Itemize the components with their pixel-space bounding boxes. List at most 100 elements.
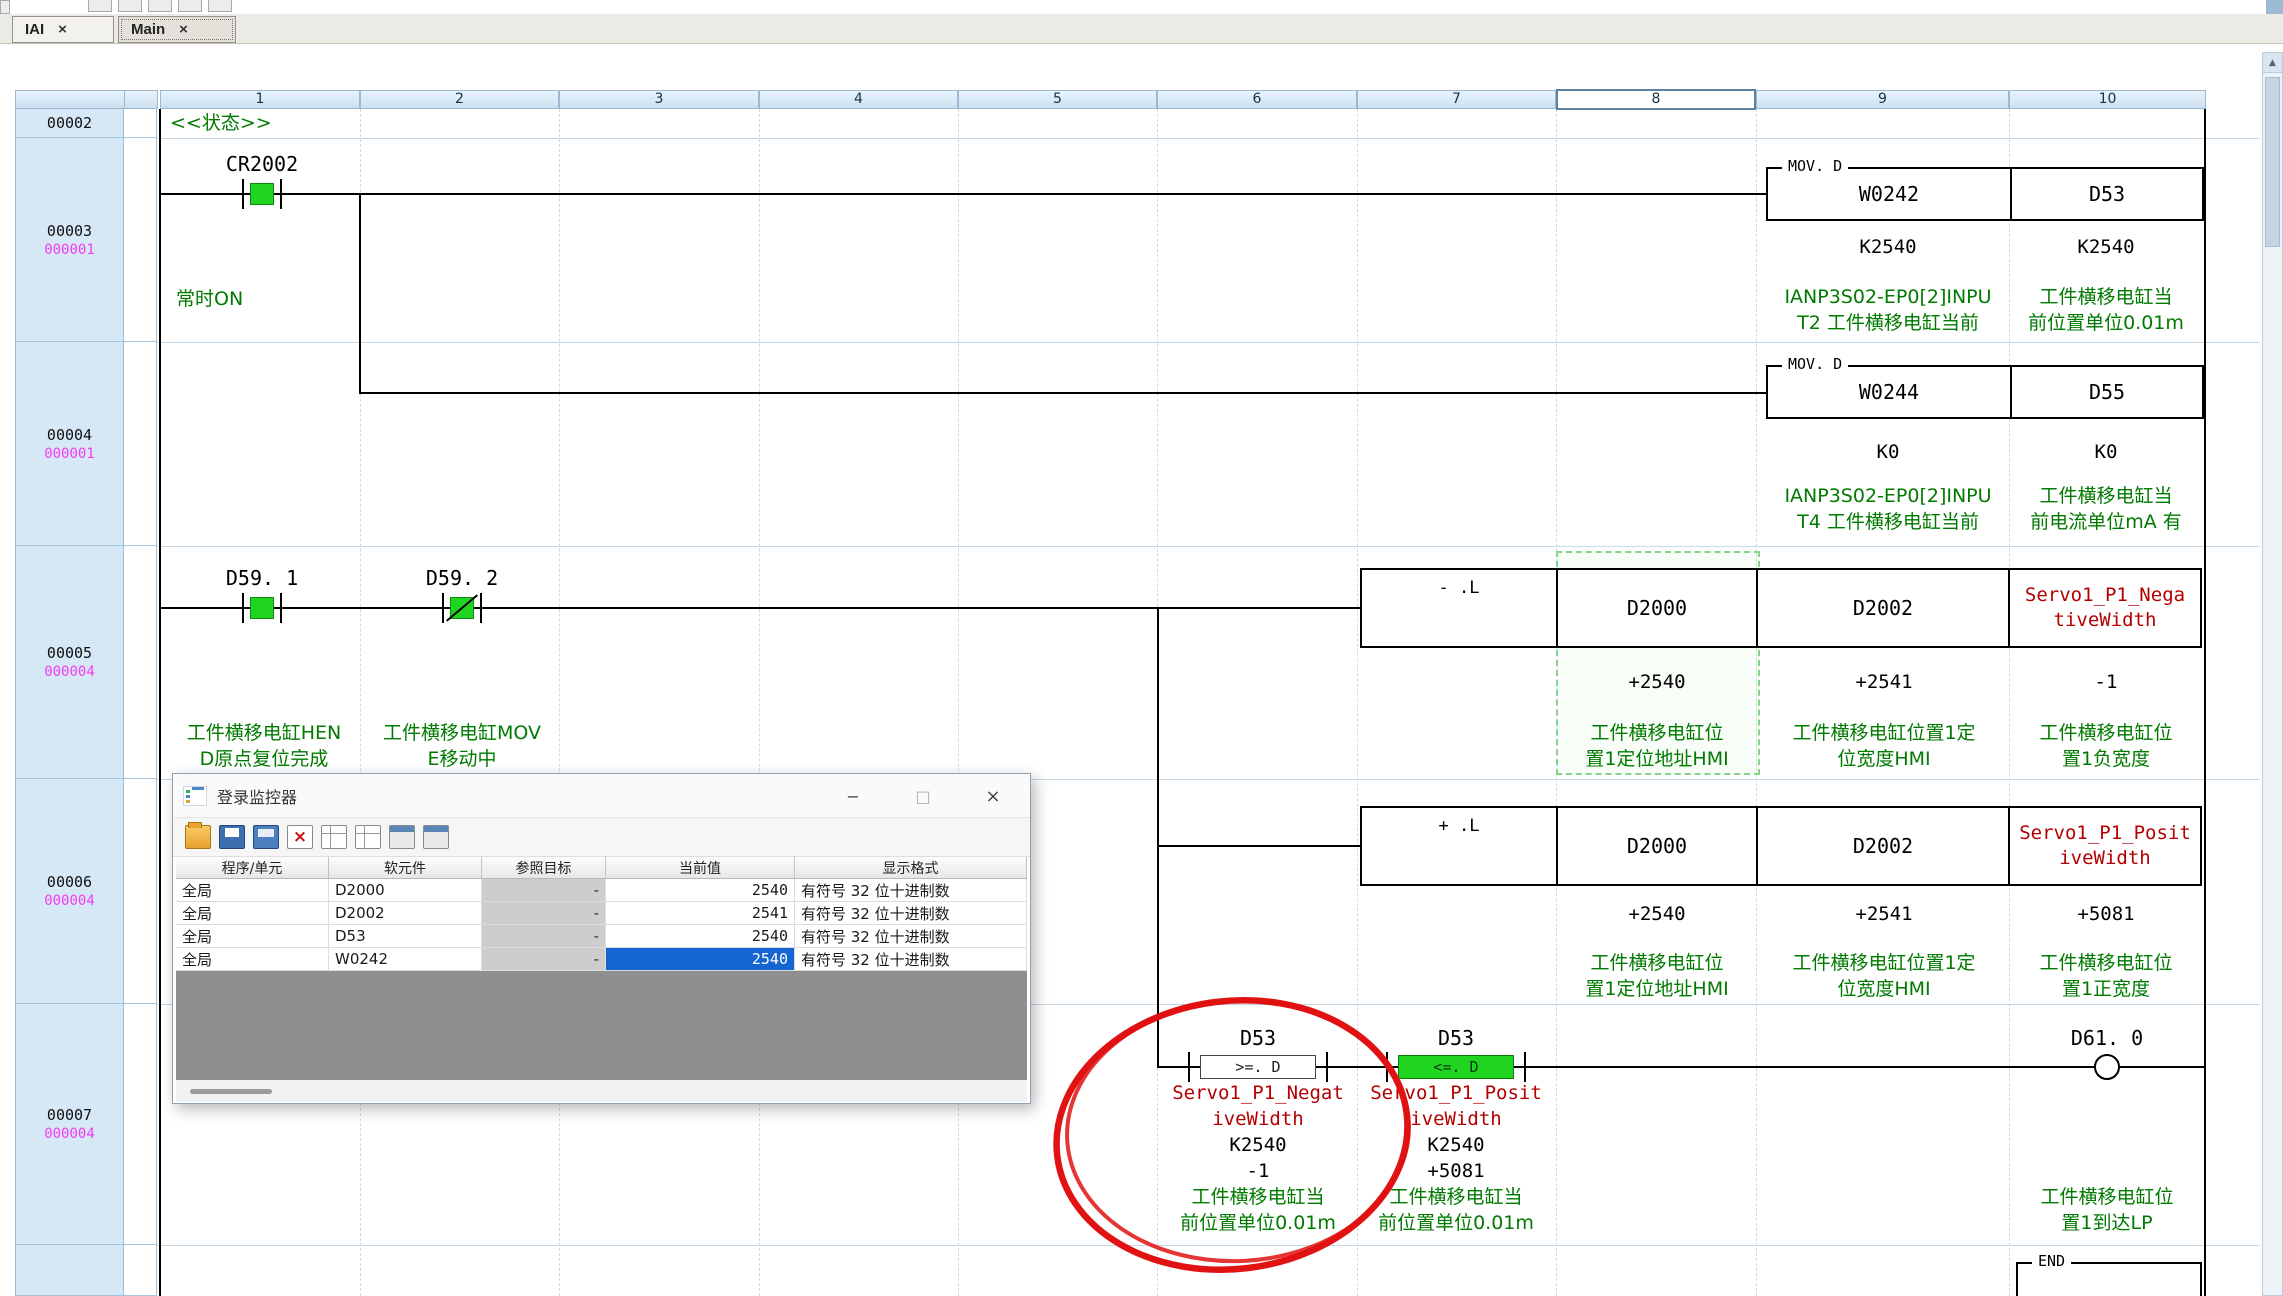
- margin-header-cell: [124, 90, 158, 109]
- rung-margin-cell2[interactable]: [124, 546, 157, 779]
- grid-column-header[interactable]: 6: [1157, 90, 1357, 109]
- grid-column-header[interactable]: 10: [2009, 90, 2206, 109]
- cell-format[interactable]: 有符号 32 位十进制数: [795, 902, 1027, 924]
- rung-margin-cell2[interactable]: [124, 1004, 157, 1245]
- rung-margin-cell[interactable]: 00007 000004: [15, 1004, 124, 1245]
- horizontal-scrollbar[interactable]: [176, 1080, 1027, 1102]
- no-contact-cr2002[interactable]: [242, 179, 282, 209]
- watch-row-selected[interactable]: 全局 W0242 - 2540 有符号 32 位十进制数: [176, 948, 1027, 971]
- cell-current-value[interactable]: 2541: [606, 902, 795, 924]
- rung-margin-cell2[interactable]: [124, 779, 157, 1004]
- rung-margin-cell2[interactable]: [124, 1245, 157, 1296]
- minimize-button[interactable]: −: [835, 782, 871, 810]
- cell-device[interactable]: W0242: [329, 948, 482, 970]
- rung-margin-cell2[interactable]: [124, 342, 157, 546]
- cell-current-value-selected[interactable]: 2540: [606, 948, 795, 970]
- nc-contact-d59-2[interactable]: [442, 593, 482, 623]
- operand-dst[interactable]: D55: [2010, 367, 2202, 417]
- cell-format[interactable]: 有符号 32 位十进制数: [795, 879, 1027, 901]
- cell-scope[interactable]: 全局: [176, 879, 329, 901]
- grid-column-header[interactable]: 3: [559, 90, 759, 109]
- rung-margin-cell[interactable]: 00005 000004: [15, 546, 124, 779]
- compare-contact-le[interactable]: <=. D: [1386, 1052, 1526, 1082]
- mov-instruction-box[interactable]: MOV. D W0244 D55: [1766, 365, 2204, 419]
- mov-instruction-box[interactable]: MOV. D W0242 D53: [1766, 167, 2204, 221]
- grid-column-header[interactable]: 2: [360, 90, 559, 109]
- vertical-scrollbar[interactable]: ▲: [2262, 52, 2283, 1296]
- rung-margin-cell[interactable]: 00006 000004: [15, 779, 124, 1004]
- close-button[interactable]: ×: [975, 782, 1011, 810]
- operand-b[interactable]: D2002: [1756, 570, 2008, 646]
- table-icon[interactable]: [321, 825, 347, 849]
- rung-margin-cell[interactable]: [15, 1245, 124, 1296]
- col-header-device[interactable]: 软元件: [329, 857, 482, 878]
- save-icon[interactable]: [219, 825, 245, 849]
- compare-device-label: D53: [1386, 1026, 1526, 1051]
- scroll-thumb[interactable]: [190, 1089, 272, 1094]
- cascade-windows-icon[interactable]: [389, 825, 415, 849]
- toolbar-icon-fragment[interactable]: [208, 0, 232, 12]
- watch-row[interactable]: 全局 D2000 - 2540 有符号 32 位十进制数: [176, 879, 1027, 902]
- grid-column-header[interactable]: 5: [958, 90, 1157, 109]
- operand-a[interactable]: D2000: [1556, 570, 1756, 646]
- toolbar-icon-fragment[interactable]: [178, 0, 202, 12]
- cell-device[interactable]: D53: [329, 925, 482, 947]
- cell-format[interactable]: 有符号 32 位十进制数: [795, 948, 1027, 970]
- operand-src[interactable]: W0242: [1768, 169, 2010, 219]
- end-instruction-box[interactable]: END: [2016, 1262, 2202, 1296]
- col-header-display-format[interactable]: 显示格式: [795, 857, 1027, 878]
- cell-device[interactable]: D2000: [329, 879, 482, 901]
- watch-row[interactable]: 全局 D2002 - 2541 有符号 32 位十进制数: [176, 902, 1027, 925]
- grid-column-header-selected[interactable]: 8: [1556, 89, 1756, 110]
- tab-main[interactable]: Main ×: [118, 16, 236, 43]
- operand-b[interactable]: D2002: [1756, 808, 2008, 884]
- tab-close-icon[interactable]: ×: [179, 21, 188, 38]
- add-row-icon[interactable]: [355, 825, 381, 849]
- toolbar-icon-fragment[interactable]: [88, 0, 112, 12]
- tab-close-icon[interactable]: ×: [58, 21, 67, 38]
- operand-result[interactable]: Servo1_P1_Posit iveWidth: [2008, 808, 2200, 884]
- operand-src[interactable]: W0244: [1768, 367, 2010, 417]
- watch-row[interactable]: 全局 D53 - 2540 有符号 32 位十进制数: [176, 925, 1027, 948]
- operand-a[interactable]: D2000: [1556, 808, 1756, 884]
- toolbar-icon-fragment[interactable]: [118, 0, 142, 12]
- cell-scope[interactable]: 全局: [176, 902, 329, 924]
- rung-margin-cell2[interactable]: [124, 109, 157, 138]
- monitor-view-icon[interactable]: [423, 825, 449, 849]
- col-header-current-value[interactable]: 当前值: [606, 857, 795, 878]
- cell-format[interactable]: 有符号 32 位十进制数: [795, 925, 1027, 947]
- delete-icon[interactable]: ×: [287, 825, 313, 849]
- open-icon[interactable]: [185, 825, 211, 849]
- watch-window-titlebar[interactable]: 登录监控器 − □ ×: [173, 774, 1030, 818]
- toolbar-icon-fragment[interactable]: [148, 0, 172, 12]
- rung-margin-cell2[interactable]: [124, 138, 157, 342]
- cell-current-value[interactable]: 2540: [606, 879, 795, 901]
- maximize-button[interactable]: □: [905, 782, 941, 810]
- operand-dst[interactable]: D53: [2010, 169, 2202, 219]
- scroll-up-button[interactable]: ▲: [2263, 53, 2282, 73]
- add-instruction-box[interactable]: + .L D2000 D2002 Servo1_P1_Posit iveWidt…: [1360, 806, 2202, 886]
- cell-scope[interactable]: 全局: [176, 948, 329, 970]
- cell-device[interactable]: D2002: [329, 902, 482, 924]
- col-header-reference[interactable]: 参照目标: [482, 857, 606, 878]
- cell-current-value[interactable]: 2540: [606, 925, 795, 947]
- grid-column-header[interactable]: 1: [160, 90, 360, 109]
- save-as-icon[interactable]: [253, 825, 279, 849]
- grid-column-header[interactable]: 7: [1357, 90, 1556, 109]
- rung-margin-cell[interactable]: 00002: [15, 109, 124, 138]
- rung-margin-cell[interactable]: 00004 000001: [15, 342, 124, 546]
- sub-instruction-box[interactable]: - .L D2000 D2002 Servo1_P1_Nega tiveWidt…: [1360, 568, 2202, 648]
- output-coil-d61-0[interactable]: [2094, 1054, 2120, 1080]
- cell-scope[interactable]: 全局: [176, 925, 329, 947]
- compare-contact-ge[interactable]: >=. D: [1188, 1052, 1328, 1082]
- no-contact-d59-1[interactable]: [242, 593, 282, 623]
- operand-result[interactable]: Servo1_P1_Nega tiveWidth: [2008, 570, 2200, 646]
- watch-window[interactable]: 登录监控器 − □ × × 程序/单元 软元件 参照目标 当前值 显示格式: [172, 773, 1031, 1104]
- device-comment: 工件横移电缸位 置1正宽度: [1986, 950, 2226, 1002]
- grid-column-header[interactable]: 4: [759, 90, 958, 109]
- rung-margin-cell[interactable]: 00003 000001: [15, 138, 124, 342]
- tab-iai[interactable]: IAI ×: [12, 16, 114, 43]
- scroll-thumb[interactable]: [2265, 77, 2280, 247]
- col-header-program[interactable]: 程序/单元: [176, 857, 329, 878]
- grid-column-header[interactable]: 9: [1756, 90, 2009, 109]
